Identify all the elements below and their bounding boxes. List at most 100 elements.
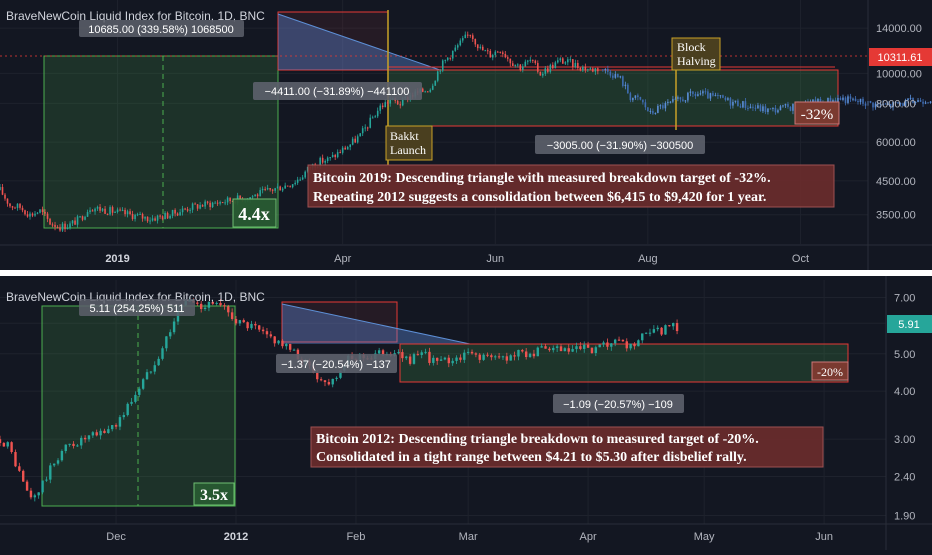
bot-candle-body bbox=[6, 442, 9, 447]
top-candle-body bbox=[854, 98, 857, 101]
top-candle-body bbox=[692, 91, 694, 94]
top-candle-body bbox=[94, 208, 96, 212]
top-candle-body bbox=[652, 110, 654, 114]
top-candle-body bbox=[747, 107, 749, 109]
top-candle-body bbox=[201, 205, 204, 207]
bottom-consolidation-box bbox=[399, 343, 849, 383]
top-candle-body bbox=[572, 59, 574, 68]
bottom-measure-rise-text: 5.11 (254.25%) 511 bbox=[90, 303, 185, 315]
top-candle-body bbox=[769, 108, 772, 110]
top-candle-body bbox=[284, 185, 286, 189]
top-candle-body bbox=[607, 68, 609, 72]
top-candle-body bbox=[674, 98, 677, 100]
bot-candle-body bbox=[610, 343, 613, 347]
top-candle-body bbox=[436, 71, 439, 81]
top-candle-body bbox=[386, 102, 389, 104]
bot-candle-body bbox=[463, 352, 466, 360]
top-candle-body bbox=[31, 213, 34, 216]
bot-candle-body bbox=[583, 344, 586, 349]
bot-candle-body bbox=[482, 354, 485, 360]
bot-candle-body bbox=[617, 339, 621, 341]
top-candle-body bbox=[279, 186, 281, 191]
top-candle-body bbox=[154, 218, 156, 221]
top-candle-body bbox=[321, 157, 324, 163]
top-candle-body bbox=[537, 63, 539, 72]
bot-candle-body bbox=[532, 353, 536, 357]
top-candle-body bbox=[819, 98, 822, 102]
top-candle-body bbox=[757, 105, 759, 109]
bot-candle-body bbox=[199, 303, 203, 310]
top-candle-body bbox=[209, 202, 211, 208]
top-candle-body bbox=[146, 216, 149, 222]
top-candle-body bbox=[104, 208, 106, 214]
top-candle-body bbox=[164, 212, 166, 220]
top-candle-body bbox=[274, 188, 276, 191]
top-candle-body bbox=[369, 117, 372, 128]
bot-candle-body bbox=[157, 358, 160, 366]
bot-candle-body bbox=[41, 480, 44, 493]
bot-candle-body bbox=[501, 356, 505, 358]
top-candle-body bbox=[359, 133, 362, 137]
bot-candle-body bbox=[2, 442, 6, 447]
bot-candle-body bbox=[76, 445, 79, 447]
top-candle-body bbox=[702, 91, 704, 94]
bot-x-tick-label: Mar bbox=[459, 531, 478, 543]
top-candle-body bbox=[291, 184, 294, 188]
top-candle-body bbox=[159, 215, 161, 217]
top-candle-body bbox=[582, 66, 584, 71]
bot-candle-body bbox=[513, 355, 516, 357]
bot-candle-body bbox=[149, 371, 153, 373]
top-candle-body bbox=[186, 209, 189, 211]
top-candle-body bbox=[574, 62, 577, 68]
top-candle-body bbox=[707, 91, 709, 99]
top-candle-body bbox=[476, 44, 479, 49]
top-x-tick-label: Aug bbox=[638, 253, 658, 265]
top-candle-body bbox=[99, 206, 101, 211]
bot-candle-body bbox=[579, 346, 582, 349]
top-candle-body bbox=[461, 38, 464, 41]
top-candle-body bbox=[859, 98, 862, 103]
bot-candle-body bbox=[64, 444, 67, 451]
top-candle-body bbox=[379, 105, 382, 111]
halving-event-line2: Halving bbox=[677, 54, 716, 68]
top-candle-body bbox=[544, 68, 547, 74]
bot-candle-body bbox=[660, 327, 663, 335]
bot-candle-body bbox=[118, 417, 122, 427]
top-candle-body bbox=[752, 106, 754, 108]
top-candle-body bbox=[659, 105, 662, 107]
bot-x-tick-label: Jun bbox=[815, 531, 833, 543]
bot-candle-body bbox=[377, 350, 381, 354]
bot-candle-body bbox=[447, 357, 451, 364]
bot-candle-body bbox=[49, 465, 52, 480]
bot-candle-body bbox=[408, 356, 412, 364]
top-candle-body bbox=[754, 107, 757, 109]
top-candle-body bbox=[356, 136, 359, 143]
top-candle-body bbox=[86, 212, 89, 217]
bot-candle-body bbox=[416, 354, 420, 356]
top-measure-range-text: −3005.00 (−31.90%) −300500 bbox=[547, 140, 694, 152]
top-candle-body bbox=[514, 64, 517, 66]
bot-candle-body bbox=[567, 348, 570, 352]
bot-x-tick-label: Feb bbox=[346, 531, 365, 543]
top-candle-body bbox=[169, 215, 171, 219]
bot-candle-body bbox=[45, 479, 48, 481]
bot-candle-body bbox=[242, 320, 245, 323]
bot-candle-body bbox=[401, 352, 404, 359]
bot-candle-body bbox=[122, 415, 126, 418]
top-candle-body bbox=[589, 68, 592, 70]
bot-candle-body bbox=[22, 470, 25, 482]
top-candle-body bbox=[39, 209, 41, 213]
top-candle-body bbox=[732, 101, 734, 106]
top-candle-body bbox=[389, 99, 392, 104]
top-candle-body bbox=[862, 98, 864, 104]
top-candle-body bbox=[374, 116, 377, 118]
top-candle-body bbox=[214, 202, 216, 204]
bot-candle-body bbox=[234, 318, 238, 324]
top-x-tick-label: 2019 bbox=[105, 253, 129, 265]
top-candle-body bbox=[506, 57, 509, 59]
bot-candle-body bbox=[261, 329, 265, 332]
top-candle-body bbox=[346, 146, 349, 150]
bot-y-tick-label: 2.40 bbox=[894, 471, 915, 483]
top-candle-body bbox=[446, 57, 449, 60]
top-candle-body bbox=[19, 203, 21, 208]
